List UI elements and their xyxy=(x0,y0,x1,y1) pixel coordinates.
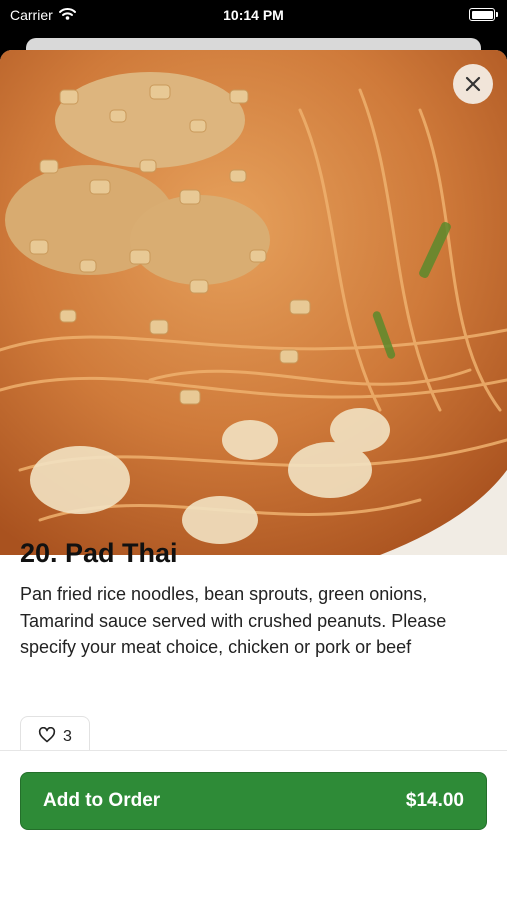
add-to-order-label: Add to Order xyxy=(43,790,161,811)
dish-photo xyxy=(0,50,507,555)
like-count: 3 xyxy=(63,728,72,745)
order-footer: Add to Order $14.00 xyxy=(0,750,507,851)
item-description: Pan fried rice noodles, bean sprouts, gr… xyxy=(20,584,447,657)
item-info: 20. Pad Thai Pan fried rice noodles, bea… xyxy=(20,538,490,661)
battery-icon xyxy=(469,8,498,21)
status-bar: Carrier 10:14 PM xyxy=(0,0,507,30)
close-icon[interactable] xyxy=(464,75,482,93)
close-button[interactable] xyxy=(453,64,493,104)
item-title: 20. Pad Thai xyxy=(20,538,178,568)
status-time: 10:14 PM xyxy=(223,7,284,23)
price-label: $14.00 xyxy=(405,790,464,811)
heart-icon[interactable] xyxy=(38,726,56,748)
add-to-order-button[interactable]: Add to Order $14.00 xyxy=(20,772,487,830)
